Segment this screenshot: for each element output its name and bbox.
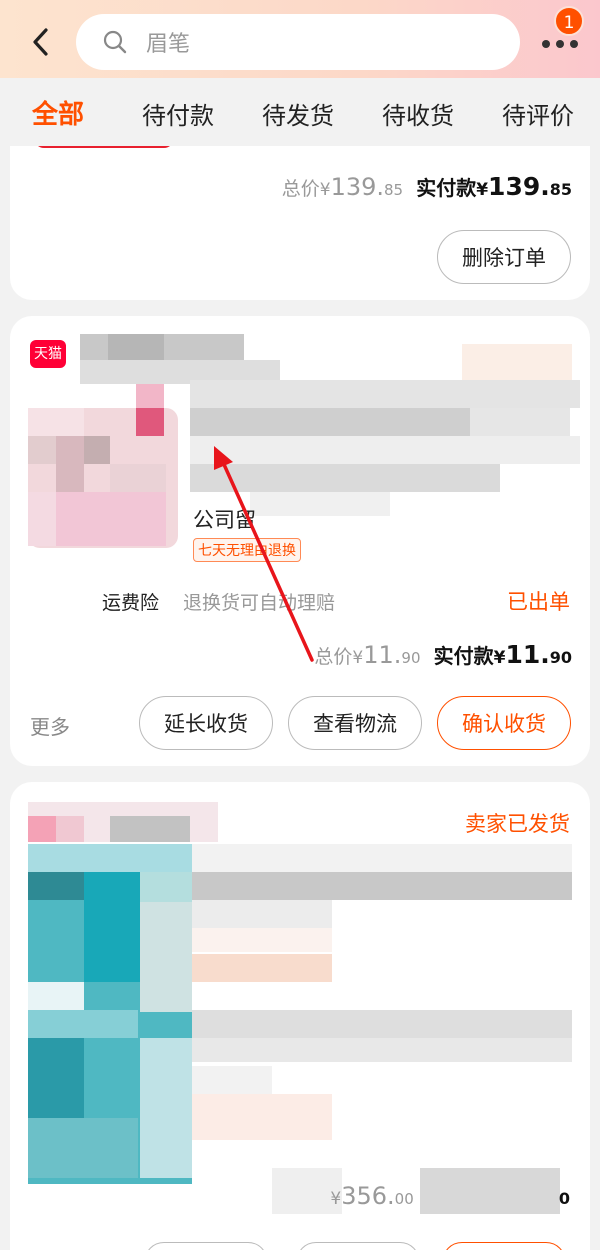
- total-decimals: 00: [394, 1190, 414, 1208]
- order-status: 卖家已发货: [465, 812, 570, 836]
- paid-decimals: 0: [558, 1189, 570, 1208]
- action-button-partial[interactable]: [442, 1242, 566, 1250]
- total-currency: ¥: [330, 1189, 342, 1209]
- order-price-line: ¥356.00 0: [330, 1182, 570, 1210]
- action-button-partial[interactable]: [296, 1242, 420, 1250]
- action-button-partial[interactable]: [144, 1242, 268, 1250]
- order-card: 卖家已发货 ¥356.00 0: [10, 782, 590, 1250]
- total-amount: 356.: [341, 1182, 395, 1210]
